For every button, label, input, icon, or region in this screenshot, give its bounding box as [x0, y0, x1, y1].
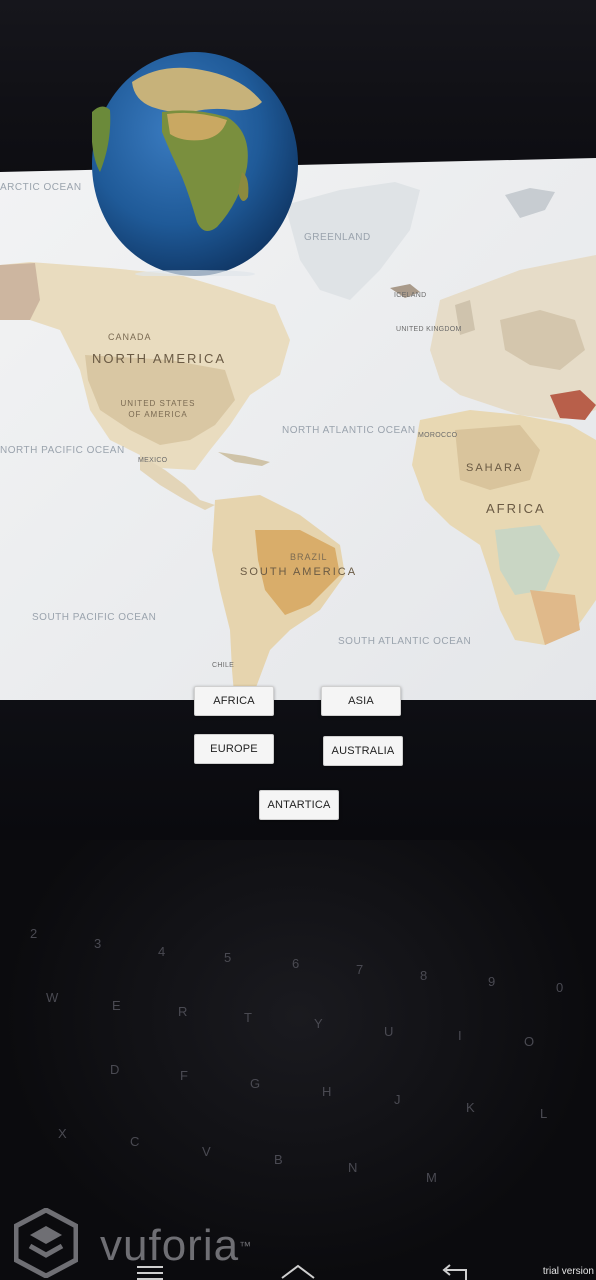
keyboard-key: B [274, 1152, 283, 1167]
trial-version-label: trial version [542, 1266, 594, 1277]
map-label-canada: CANADA [108, 332, 152, 342]
keyboard-key: O [524, 1034, 535, 1049]
keyboard-key: H [322, 1084, 332, 1099]
map-label-south-america: SOUTH AMERICA [240, 566, 358, 578]
world-map-screen [0, 158, 596, 738]
home-icon[interactable] [280, 1262, 316, 1280]
keyboard-key: M [426, 1170, 437, 1185]
keyboard-key: 4 [158, 944, 166, 959]
keyboard-key: L [540, 1106, 548, 1121]
keyboard-key: I [458, 1028, 462, 1043]
earth-globe-model[interactable] [92, 52, 298, 276]
keyboard-key: X [58, 1126, 67, 1141]
vuforia-watermark: vuforia™ [100, 1222, 252, 1270]
map-label-iceland: ICELAND [394, 292, 427, 299]
map-label-south-pacific: SOUTH PACIFIC OCEAN [32, 612, 157, 623]
menu-icon[interactable] [135, 1262, 165, 1280]
map-label-sahara: SAHARA [466, 462, 524, 474]
map-label-uk: UNITED KINGDOM [396, 326, 462, 333]
keyboard-key: K [466, 1100, 475, 1115]
alaska-shape [0, 263, 40, 320]
keyboard-key: F [180, 1068, 188, 1083]
keyboard-key: E [112, 998, 121, 1013]
map-label-usa: UNITED STATES OF AMERICA [120, 399, 196, 419]
europe-button[interactable]: EUROPE [194, 734, 274, 764]
keyboard-key: 2 [30, 926, 38, 941]
map-label-north-america: NORTH AMERICA [92, 351, 227, 366]
keyboard-key: T [244, 1010, 252, 1025]
keyboard-key: W [46, 990, 59, 1005]
map-label-arctic-ocean: ARCTIC OCEAN [0, 182, 82, 193]
map-label-mexico: MEXICO [138, 457, 168, 464]
keyboard-key: D [110, 1062, 120, 1077]
antartica-button[interactable]: ANTARTICA [259, 790, 339, 820]
laptop-keyboard-background: 2 3 4 5 6 7 8 9 0 W E R T Y U I O D F G … [0, 840, 596, 1280]
keyboard-key: 6 [292, 956, 300, 971]
keyboard-key: G [250, 1076, 261, 1091]
map-label-morocco: MOROCCO [418, 432, 458, 439]
keyboard-key: 7 [356, 962, 364, 977]
keyboard-key: 8 [420, 968, 428, 983]
globe-antarctica-rim [135, 270, 255, 276]
map-label-brazil: BRAZIL [290, 552, 328, 562]
trademark-symbol: ™ [239, 1239, 253, 1253]
keyboard-key: V [202, 1144, 211, 1159]
keyboard-key: R [178, 1004, 188, 1019]
keyboard-key: 5 [224, 950, 232, 965]
australia-button[interactable]: AUSTRALIA [323, 736, 403, 766]
keyboard-key: N [348, 1160, 358, 1175]
map-label-north-atlantic: NORTH ATLANTIC OCEAN [282, 425, 416, 436]
map-label-north-pacific: NORTH PACIFIC OCEAN [0, 445, 125, 456]
back-icon[interactable] [438, 1262, 470, 1280]
map-label-africa: AFRICA [486, 501, 546, 516]
sahara-shape [455, 425, 540, 490]
asia-button[interactable]: ASIA [321, 686, 401, 716]
vuforia-logo-text: vuforia [100, 1221, 240, 1270]
map-label-greenland: GREENLAND [304, 232, 371, 243]
ar-camera-view: ARCTIC OCEAN GREENLAND CANADA NORTH AMER… [0, 0, 596, 1280]
map-label-south-atlantic: SOUTH ATLANTIC OCEAN [338, 636, 472, 647]
keyboard-key: Y [314, 1016, 323, 1031]
keyboard-key: U [384, 1024, 394, 1039]
map-label-chile: CHILE [212, 662, 235, 669]
keyboard-key: J [394, 1092, 401, 1107]
vuforia-cube-icon [14, 1208, 78, 1278]
keyboard-key: 3 [94, 936, 102, 951]
keyboard-key: C [130, 1134, 140, 1149]
africa-button[interactable]: AFRICA [194, 686, 274, 716]
keyboard-key: 9 [488, 974, 496, 989]
keyboard-key: 0 [556, 980, 564, 995]
